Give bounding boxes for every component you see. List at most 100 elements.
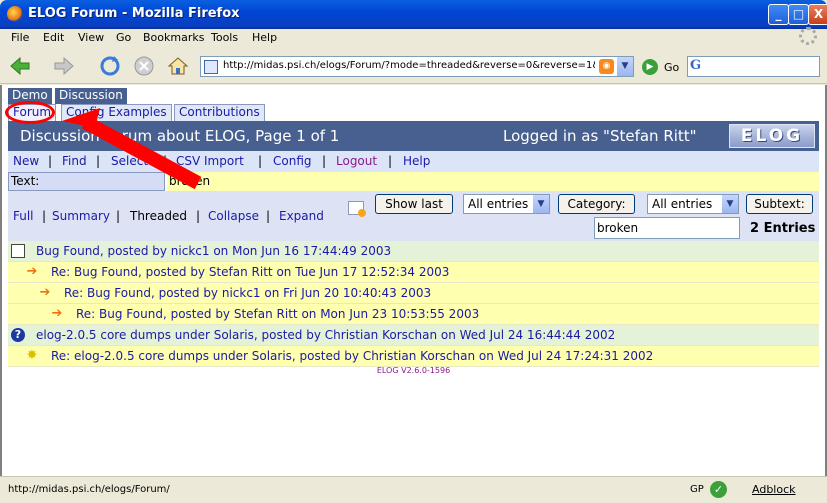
category-button[interactable]: Category: [558,194,635,214]
entry-link[interactable]: Re: Bug Found, posted by Stefan Ritt on … [76,307,479,321]
entry-link[interactable]: Re: Bug Found, posted by nickc1 on Fri J… [64,286,431,300]
thread-entry[interactable]: ➔ Re: Bug Found, posted by Stefan Ritt o… [8,304,819,325]
status-text: http://midas.psi.ch/elogs/Forum/ [8,484,170,495]
view-separator: | [196,209,201,223]
command-separator: | [388,154,393,168]
annotation-circle [5,101,55,124]
thread-entry[interactable]: ➔ Re: Bug Found, posted by Stefan Ritt o… [8,262,819,283]
check-icon: ✓ [710,481,727,498]
page-icon [204,60,218,74]
menu-file[interactable]: File [11,31,29,44]
throbber-icon [799,27,817,45]
subtext-search-input[interactable]: broken [594,217,740,239]
command-bar: New | Find | Select | CSV Import | Confi… [8,151,819,172]
show-last-button[interactable]: Show last [375,194,453,214]
menu-tools[interactable]: Tools [211,31,238,44]
select-link[interactable]: Select [111,154,148,168]
filter-row: Text: broken [8,172,819,191]
entries-select-1[interactable]: All entries ▼ [463,194,550,214]
window-title: ELOG Forum - Mozilla Firefox [28,6,240,21]
menu-go[interactable]: Go [116,31,131,44]
url-dropdown-icon[interactable]: ▼ [617,57,633,76]
view-separator: | [116,209,121,223]
logged-in-user: Logged in as "Stefan Ritt" [503,127,697,145]
view-full-link[interactable]: Full [13,209,34,223]
page-title: Discussion Forum about ELOG, Page 1 of 1 [20,127,340,145]
logout-link[interactable]: Logout [336,154,377,168]
url-bar[interactable]: http://midas.psi.ch/elogs/Forum/?mode=th… [200,56,634,77]
gp-indicator: GP [690,484,704,495]
status-bar: http://midas.psi.ch/elogs/Forum/ GP ✓ Ad… [0,476,827,503]
url-text[interactable]: http://midas.psi.ch/elogs/Forum/?mode=th… [223,60,595,71]
menu-bar: File Edit View Go Bookmarks Tools Help [0,29,827,49]
help-link[interactable]: Help [403,154,430,168]
filter-label: Text: [8,172,165,191]
close-button[interactable]: X [808,4,827,25]
stop-icon[interactable] [132,54,156,78]
reply-arrow-icon: ➔ [51,306,63,321]
command-separator: | [163,154,168,168]
command-separator: | [48,154,53,168]
view-threaded-current: Threaded [130,209,187,223]
tab-config-examples[interactable]: Config Examples [61,104,172,121]
new-link[interactable]: New [13,154,39,168]
go-button[interactable]: Go [664,61,679,74]
csv-import-link[interactable]: CSV Import [176,154,244,168]
entry-link[interactable]: Re: elog-2.0.5 core dumps under Solaris,… [51,349,653,363]
expand-link[interactable]: Expand [279,209,324,223]
question-icon: ? [11,328,25,342]
search-engine-box[interactable]: G [687,56,820,77]
firefox-icon [7,6,23,22]
logbook-header: Discussion Forum about ELOG, Page 1 of 1… [8,121,819,151]
entry-link[interactable]: Re: Bug Found, posted by Stefan Ritt on … [51,265,449,279]
entries-select-2-value: All entries [652,197,713,211]
config-link[interactable]: Config [273,154,312,168]
forward-icon[interactable] [52,54,76,78]
back-icon[interactable] [8,54,32,78]
entry-link[interactable]: Bug Found, posted by nickc1 on Mon Jun 1… [36,244,391,258]
menu-view[interactable]: View [78,31,104,44]
rss-feed-icon[interactable]: ◉ [599,59,614,74]
find-link[interactable]: Find [62,154,87,168]
go-icon[interactable]: ▶ [642,59,658,75]
thread-entry[interactable]: ? elog-2.0.5 core dumps under Solaris, p… [8,325,819,346]
view-options: Full | Summary | Threaded | Collapse | E… [8,191,819,241]
menu-edit[interactable]: Edit [43,31,64,44]
view-summary-link[interactable]: Summary [52,209,110,223]
elog-logo[interactable]: ELOG [729,124,815,148]
home-icon[interactable] [166,54,190,78]
collapse-link[interactable]: Collapse [208,209,259,223]
chevron-down-icon: ▼ [722,195,738,213]
tab-contributions[interactable]: Contributions [174,104,265,121]
entries-select-1-value: All entries [468,197,529,211]
entries-count: 2 Entries [750,221,816,236]
entry-link[interactable]: elog-2.0.5 core dumps under Solaris, pos… [36,328,615,342]
maximize-button[interactable]: □ [788,4,809,25]
version-label: ELOG V2.6.0-1596 [376,366,451,375]
rss-icon[interactable] [348,201,366,217]
menu-help[interactable]: Help [252,31,277,44]
thread-entry[interactable]: ✸ Re: elog-2.0.5 core dumps under Solari… [8,346,819,367]
thread-entry[interactable]: ➔ Re: Bug Found, posted by nickc1 on Fri… [8,283,819,304]
subtext-button[interactable]: Subtext: [746,194,813,214]
chevron-down-icon: ▼ [533,195,549,213]
reload-icon[interactable] [98,54,122,78]
reply-arrow-icon: ➔ [39,285,51,300]
view-separator: | [266,209,271,223]
entries-select-2[interactable]: All entries ▼ [647,194,739,214]
command-separator: | [322,154,327,168]
menu-bookmarks[interactable]: Bookmarks [143,31,204,44]
reply-arrow-icon: ➔ [26,264,38,279]
view-separator: | [42,209,47,223]
thread-entry[interactable]: Bug Found, posted by nickc1 on Mon Jun 1… [8,241,819,262]
lightbulb-icon: ✸ [26,348,38,363]
command-separator: | [96,154,101,168]
window-titlebar: ELOG Forum - Mozilla Firefox _ □ X [0,0,827,29]
filter-value: broken [167,172,819,191]
command-separator: | [258,154,263,168]
minimize-button[interactable]: _ [768,4,789,25]
group-tab-discussion[interactable]: Discussion [55,88,127,104]
document-icon [11,244,25,258]
google-icon: G [690,58,702,73]
adblock-link[interactable]: Adblock [752,483,796,496]
